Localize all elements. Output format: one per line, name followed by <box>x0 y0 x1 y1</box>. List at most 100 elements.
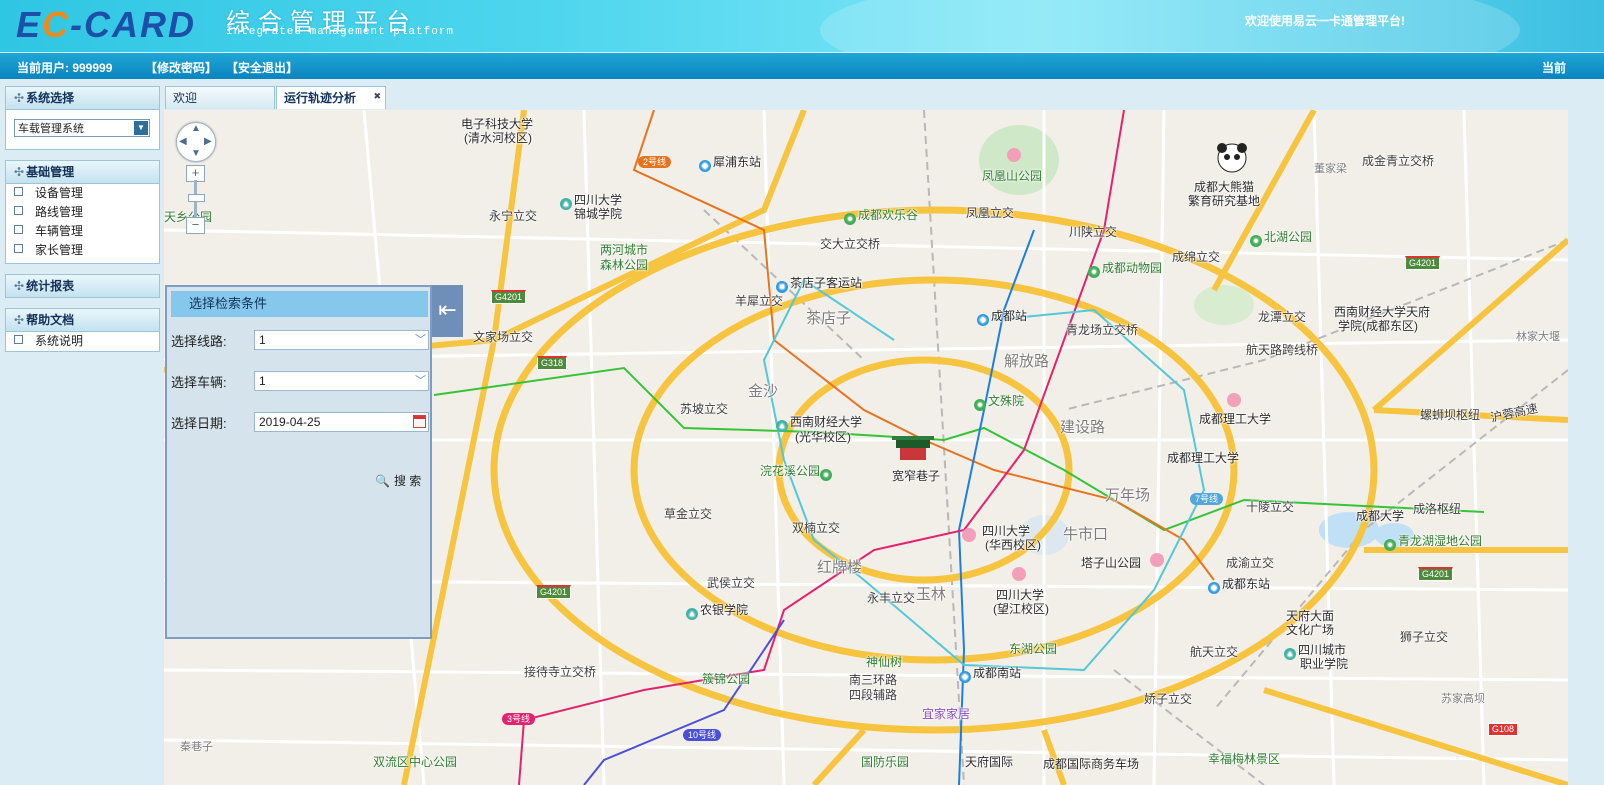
map-label: 茶店子 <box>806 310 852 327</box>
sidebar: ✣ 系统选择 车载管理系统 ▼ ✣ 基础管理 设备管理 路线管理 车辆管理 家长管理… <box>0 80 163 785</box>
sidebar-item-system-doc[interactable]: 系统说明 <box>6 332 159 351</box>
map-label: 羊犀立交 <box>735 294 784 308</box>
map-label-text: 西南财经大学 <box>790 415 863 429</box>
map-label: 航天立交 <box>1190 645 1239 659</box>
current-user-label: 当前用户: 999999 <box>17 61 113 75</box>
system-dropdown[interactable]: 车载管理系统 ▼ <box>14 119 150 137</box>
road-shield: G108 <box>1488 722 1519 736</box>
railway-station-icon: ◆ <box>1208 582 1220 594</box>
zoom-slider-handle[interactable] <box>188 194 205 202</box>
map-pan-control[interactable]: ▲ ▼ ◀ ▶ <box>176 122 216 162</box>
sidebar-item-route[interactable]: 路线管理 <box>6 203 159 222</box>
tab-welcome[interactable]: 欢迎 <box>165 86 275 109</box>
basic-management-title: 基础管理 <box>26 165 75 179</box>
park-area <box>979 125 1059 195</box>
basic-management-header[interactable]: ✣ 基础管理 <box>6 161 159 184</box>
tree-node-icon <box>14 335 23 344</box>
collapse-panel-button[interactable]: ⇤ <box>432 285 463 337</box>
chevron-down-icon: ﹀ <box>415 375 426 387</box>
map-label-text: 成都动物园 <box>1102 261 1163 275</box>
search-icon: 🔍 <box>375 474 390 488</box>
help-header[interactable]: ✣ 帮助文档 <box>6 309 159 332</box>
map-label: (望江校区) <box>993 602 1049 616</box>
search-button-label: 搜 索 <box>393 474 422 488</box>
tree-node-icon <box>14 244 23 253</box>
close-icon[interactable]: ✖ <box>373 85 381 108</box>
railway-station-icon: ◆ <box>977 314 989 326</box>
road-shield: G4201 <box>1405 256 1441 270</box>
road-shield: G4201 <box>1418 567 1454 581</box>
route-select[interactable]: 1 ﹀ <box>254 330 429 350</box>
school-icon: ▲ <box>776 420 788 432</box>
sidebar-item-parent[interactable]: 家长管理 <box>6 241 159 260</box>
map-label: (华西校区) <box>985 538 1041 552</box>
move-icon: ✣ <box>14 279 25 293</box>
road-shield: G4201 <box>536 585 572 599</box>
header-decoration <box>820 0 1520 52</box>
map-label: 成都理工大学 <box>1199 412 1272 426</box>
map-label: 永宁立交 <box>489 209 538 223</box>
current-status-label: 当前 <box>1542 61 1567 75</box>
map-label: 金沙 <box>748 383 779 400</box>
vehicle-select-value: 1 <box>259 374 266 388</box>
pan-up-icon[interactable]: ▲ <box>191 123 201 134</box>
map-label: 双流区中心公园 <box>373 755 458 769</box>
map-label: 凤凰立交 <box>966 206 1015 220</box>
map-label: ● 文殊院 <box>974 392 1024 411</box>
map-label: 董家梁 <box>1314 163 1347 175</box>
park-area <box>1194 285 1254 325</box>
map-label-text: 青龙湖湿地公园 <box>1398 534 1483 548</box>
system-select-header[interactable]: ✣ 系统选择 <box>6 87 159 110</box>
school-icon: ▲ <box>1284 648 1296 660</box>
pagoda-landmark-icon <box>892 436 934 460</box>
map-label: 东湖公园 <box>1009 642 1058 656</box>
system-select-panel: ✣ 系统选择 车载管理系统 ▼ <box>5 86 160 150</box>
map-label-text: 犀浦东站 <box>713 155 762 169</box>
map-label: 成都大学 <box>1356 509 1405 523</box>
pan-right-icon[interactable]: ▶ <box>204 136 212 147</box>
move-icon: ✣ <box>14 165 25 179</box>
date-input[interactable]: 2019-04-25 <box>254 412 429 432</box>
map-label: 解放路 <box>1004 353 1050 370</box>
app-header: EC-CARD 综合管理平台 Integrated management pla… <box>0 0 1604 52</box>
sidebar-item-device[interactable]: 设备管理 <box>6 184 159 203</box>
zoom-out-button[interactable]: − <box>186 217 205 234</box>
welcome-message: 欢迎使用易云一卡通管理平台! <box>1245 14 1405 28</box>
metro-station-icon: ◆ <box>699 160 711 172</box>
map-label: 十陵立交 <box>1246 500 1295 514</box>
tab-label: 欢迎 <box>173 91 198 105</box>
statistics-panel: ✣ 统计报表 <box>5 274 160 298</box>
pan-down-icon[interactable]: ▼ <box>191 148 201 159</box>
railways <box>703 110 1568 785</box>
platform-subtitle: Integrated management platform <box>226 26 455 38</box>
statistics-header[interactable]: ✣ 统计报表 <box>6 275 159 297</box>
metro-line-badge: 3号线 <box>502 713 536 725</box>
map-label: ● 成都动物园 <box>1088 259 1162 278</box>
vehicle-select[interactable]: 1 ﹀ <box>254 371 429 391</box>
ec-card-logo: EC-CARD <box>16 4 196 45</box>
pan-left-icon[interactable]: ◀ <box>179 136 187 147</box>
map-label: 青龙场立交桥 <box>1066 323 1139 337</box>
help-title: 帮助文档 <box>26 313 75 327</box>
map-label: 龙潭立交 <box>1258 310 1307 324</box>
map-label-text: 成都站 <box>991 309 1028 323</box>
map-label: 牛市口 <box>1063 526 1109 543</box>
map-label: 苏坡立交 <box>680 402 729 416</box>
map-label: ◆ 成都东站 <box>1208 575 1270 594</box>
change-password-link[interactable]: 【修改密码】 <box>145 59 217 76</box>
sidebar-item-vehicle[interactable]: 车辆管理 <box>6 222 159 241</box>
park-icon: ● <box>844 213 856 225</box>
map-label: 娇子立交 <box>1144 692 1193 706</box>
map-label: 苏家高坝 <box>1441 693 1485 705</box>
metro-line-badge: 2号线 <box>638 156 672 168</box>
temple-icon: ● <box>974 399 986 411</box>
calendar-icon[interactable] <box>413 415 426 428</box>
map-label: 成金青立交桥 <box>1362 154 1435 168</box>
tree-node-icon <box>14 187 23 196</box>
map-label: 职业学院 <box>1300 657 1349 671</box>
logout-link[interactable]: 【安全退出】 <box>226 59 298 76</box>
tab-track-analysis[interactable]: 运行轨迹分析 ✖ <box>276 86 386 109</box>
search-button[interactable]: 🔍 搜 索 <box>375 472 421 489</box>
park-icon: ● <box>820 469 833 481</box>
tree-node-icon <box>14 225 23 234</box>
